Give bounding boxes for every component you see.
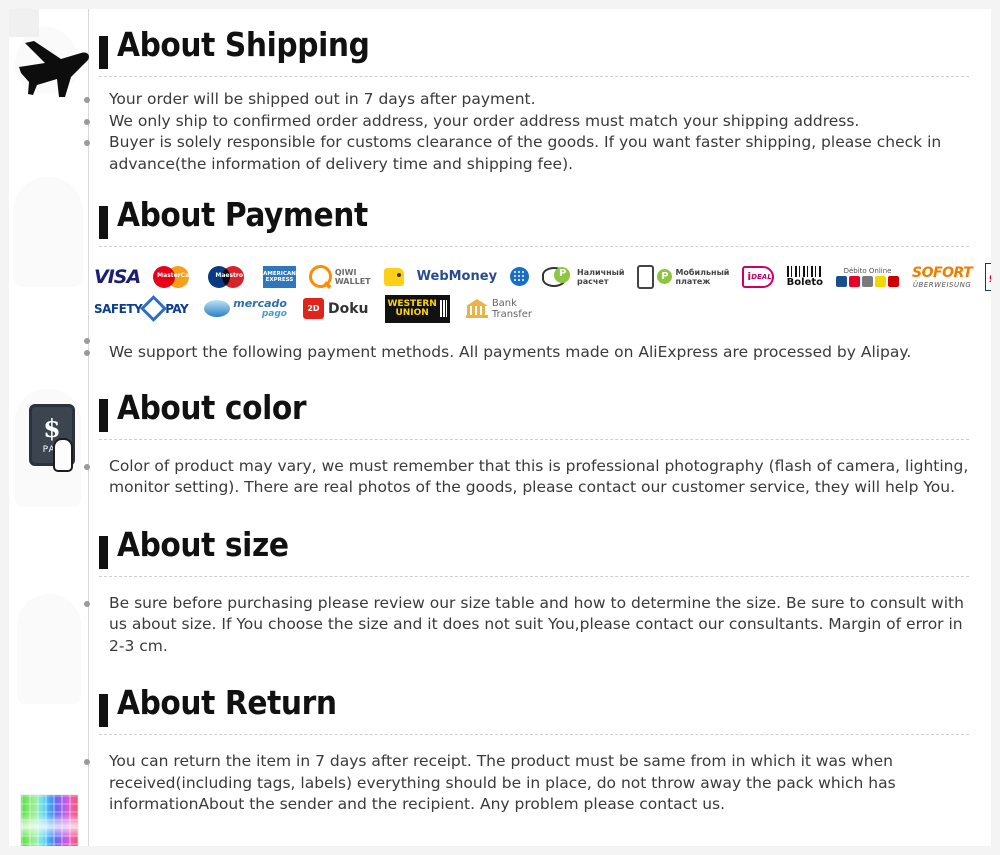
list-item: We only ship to confirmed order address,… [84,111,971,133]
safetypay-logo: SAFETY PAY [94,295,189,322]
section-return: RETURN About Return You can return the i… [9,683,991,816]
mob-label-1: Мобильный [675,267,730,277]
debito-bank-icons [836,275,900,287]
doku-mark-icon: 2D [302,298,324,319]
payment-logos: VISA MasterCard Maestro AMERICAN EXPRESS … [94,262,991,323]
list-item: We support the following payment methods… [84,342,971,364]
bank-label-2: Transfer [491,308,533,320]
section-header-shipping: About Shipping [99,25,969,79]
sofort-sublabel: ÜBERWEISUNG [912,280,972,289]
list-item: Be sure before purchasing please review … [84,593,971,658]
mercado-pago-logo: mercado pago [204,297,287,321]
title-rule [99,734,969,735]
nalichnyy-raschet-logo: Наличныйрасчет [542,265,624,289]
section-title: About Payment [117,195,368,234]
qiwi-label-1: QIWI [334,267,357,277]
section-color: About color Color of product may vary, w… [9,387,991,846]
debito-label: Débito Online [843,266,892,275]
product-info-page: About Shipping Your order will be shippe… [0,0,1000,855]
section-size: About size Be sure before purchasing ple… [9,524,991,658]
mastercard-logo: MasterCard [153,265,196,289]
boleto-label: Boleto [786,276,824,288]
wu-label-2: UNION [395,307,429,318]
yandex-wallet-logo [383,265,404,289]
sofort-label: SOFORT [912,264,973,281]
webmoney-logo: WebMoney [416,269,498,284]
section-payment: $ PAY About Payment VISA MasterCard Maes… [9,195,991,472]
section-header-color: About color [99,387,969,442]
list-item-spacer [84,330,971,344]
title-bar-marker [99,36,108,69]
shipping-bullet-list: Your order will be shipped out in 7 days… [84,89,971,175]
maestro-logo: Maestro [208,265,250,289]
return-bullet-list: You can return the item in 7 days after … [84,751,971,816]
list-item: Color of product may vary, we must remem… [84,456,971,499]
title-rule [99,438,969,440]
webmoney-ball-icon [510,265,530,289]
western-union-logo: WESTERN UNION [384,294,450,323]
section-header-return: About Return [99,683,969,737]
bank-building-icon [465,299,488,318]
diamond-icon [140,295,168,322]
payment-logo-row-2: SAFETY PAY mercado pago 2D Doku WESTERN UN… [94,294,971,323]
bank-label-1: Bank [491,297,517,309]
nal-label-1: Наличный [577,267,625,277]
handshake-icon [204,300,231,317]
pago-label: pago [261,308,287,319]
airplane-icon [13,23,90,97]
coin-icon [542,266,571,287]
size-bullet-list: Be sure before purchasing please review … [84,593,971,658]
section-header-payment: About Payment [99,195,969,249]
qiwi-circle-icon [308,265,332,288]
debito-online-logo: Débito Online [836,265,900,289]
sofort-logo: SOFORT ÜBERWEISUNG [912,264,973,289]
payment-logo-row-1: VISA MasterCard Maestro AMERICAN EXPRESS … [94,262,991,291]
section-title: About Shipping [117,25,370,64]
section-title: About Return [117,683,337,722]
safety-label: SAFETY [94,301,143,316]
mobilnyy-platezh-logo: P Мобильный платеж [637,264,730,289]
title-bar-marker [99,694,108,727]
section-shipping: About Shipping Your order will be shippe… [9,9,991,175]
section-title: About size [117,524,289,564]
title-bar-marker [99,206,108,239]
nal-label-2: расчет [577,276,609,286]
qiwi-wallet-logo: QIWI WALLET [308,265,371,289]
title-bar-marker [99,398,108,432]
ideal-logo: i DEAL [742,265,774,288]
qiwi-label-2: WALLET [334,276,371,286]
title-bar-marker [99,535,108,569]
list-item: Buyer is solely responsible for customs … [84,132,971,175]
color-bullet-list: Color of product may vary, we must remem… [84,456,971,499]
title-rule [99,246,969,247]
pay-label: PAY [165,301,189,316]
boleto-logo: Boleto [786,265,824,289]
title-rule [99,76,969,77]
section-header-size: About size [99,524,969,579]
american-express-logo: AMERICAN EXPRESS [263,265,296,288]
list-item: Your order will be shipped out in 7 days… [84,89,971,111]
phone-icon [637,264,655,289]
mercado-label: mercado [233,296,287,310]
payment-bullet-list: We support the following payment methods… [84,330,971,364]
wu-stripe-icon [439,300,447,317]
list-item: You can return the item in 7 days after … [84,751,971,816]
doku-logo: 2D Doku [302,297,369,321]
visa-logo: VISA [94,265,141,288]
section-title: About color [117,387,307,427]
bank-transfer-logo: Bank Transfer [465,297,533,321]
doku-label: Doku [327,300,369,317]
barcode-icon [786,265,824,277]
giropay-logo: giropay [985,262,1000,291]
giro-label: giro [989,270,1000,283]
mob-label-2: платеж [675,276,711,286]
title-rule [99,575,969,577]
